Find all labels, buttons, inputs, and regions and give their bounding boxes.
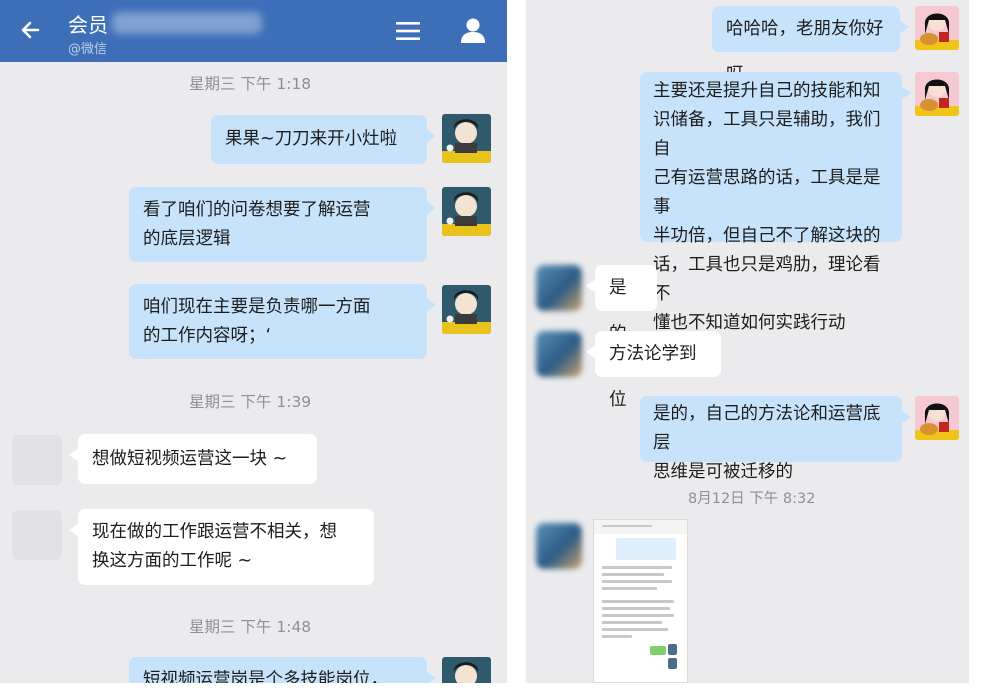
message-line: 现在做的工作跟运营不相关，想 <box>92 522 337 542</box>
avatar[interactable] <box>442 187 491 236</box>
message-bubble[interactable]: 现在做的工作跟运营不相关，想 换这方面的工作呢 ~ <box>69 509 374 585</box>
message-text: 果果~刀刀来开小灶啦 <box>225 129 398 149</box>
back-arrow-icon[interactable] <box>18 16 46 44</box>
avatar[interactable] <box>915 6 959 50</box>
message-bubble[interactable]: 咱们现在主要是负责哪一方面 的工作内容呀；‘ <box>129 284 436 359</box>
message-line: 半功倍，但自己不了解这块的 <box>653 226 881 246</box>
message-line: 己有运营思路的话，工具是是事 <box>653 168 881 217</box>
image-message[interactable] <box>593 519 688 683</box>
left-chat-panel: 会员 @微信 星期三 下午 1:18 果果~刀刀来开小灶啦 看了咱们的问卷想要了… <box>0 0 507 683</box>
message-bubble[interactable]: 是的 <box>586 265 657 344</box>
message-bubble[interactable]: 方法论学到位 <box>586 331 721 410</box>
message-line: 咱们现在主要是负责哪一方面 <box>143 297 371 317</box>
message-line: 识储备，工具只是辅助，我们自 <box>653 110 881 159</box>
timestamp: 星期三 下午 1:48 <box>189 618 312 636</box>
avatar[interactable] <box>12 510 62 560</box>
avatar[interactable] <box>915 72 959 116</box>
message-line: 是的，自己的方法论和运营底层 <box>653 404 881 453</box>
timestamp: 星期三 下午 1:39 <box>189 393 312 411</box>
message-text: 想做短视频运营这一块 ~ <box>92 449 288 469</box>
message-bubble[interactable]: 看了咱们的问卷想要了解运营 的底层逻辑 <box>129 187 436 262</box>
message-bubble[interactable]: 哈哈哈，老朋友你好呀 <box>712 6 909 85</box>
chat-title: 会员 <box>68 13 108 37</box>
message-line: 换这方面的工作呢 ~ <box>92 551 253 571</box>
message-text: 短视频运营岗是个多技能岗位， <box>143 670 388 683</box>
message-bubble[interactable]: 果果~刀刀来开小灶啦 <box>211 115 436 164</box>
message-line: 的工作内容呀；‘ <box>143 326 272 346</box>
avatar[interactable] <box>536 265 582 311</box>
message-bubble[interactable]: 主要还是提升自己的技能和知 识储备，工具只是辅助，我们自 己有运营思路的话，工具… <box>640 72 911 333</box>
message-bubble[interactable]: 是的，自己的方法论和运营底层 思维是可被迁移的 <box>640 396 911 482</box>
blurred-name <box>112 12 262 34</box>
avatar[interactable] <box>442 285 491 334</box>
message-line: 话，工具也只是鸡肋，理论看不 <box>653 255 881 304</box>
message-bubble[interactable]: 想做短视频运营这一块 ~ <box>69 434 317 484</box>
avatar[interactable] <box>915 396 959 440</box>
avatar[interactable] <box>442 657 491 683</box>
message-line: 看了咱们的问卷想要了解运营 <box>143 200 371 220</box>
timestamp: 星期三 下午 1:18 <box>189 75 312 93</box>
message-bubble[interactable]: 短视频运营岗是个多技能岗位， <box>129 657 436 683</box>
avatar[interactable] <box>536 331 582 377</box>
message-line: 的底层逻辑 <box>143 229 231 249</box>
timestamp: 8月12日 下午 8:32 <box>688 491 816 507</box>
avatar[interactable] <box>442 114 491 163</box>
menu-icon[interactable] <box>396 21 420 41</box>
chat-header: 会员 @微信 <box>0 0 507 62</box>
message-line: 思维是可被迁移的 <box>653 462 793 482</box>
chat-subtitle: @微信 <box>68 42 108 57</box>
avatar[interactable] <box>536 523 582 569</box>
message-line: 主要还是提升自己的技能和知 <box>653 81 881 101</box>
avatar[interactable] <box>12 435 62 485</box>
profile-icon[interactable] <box>460 17 486 43</box>
